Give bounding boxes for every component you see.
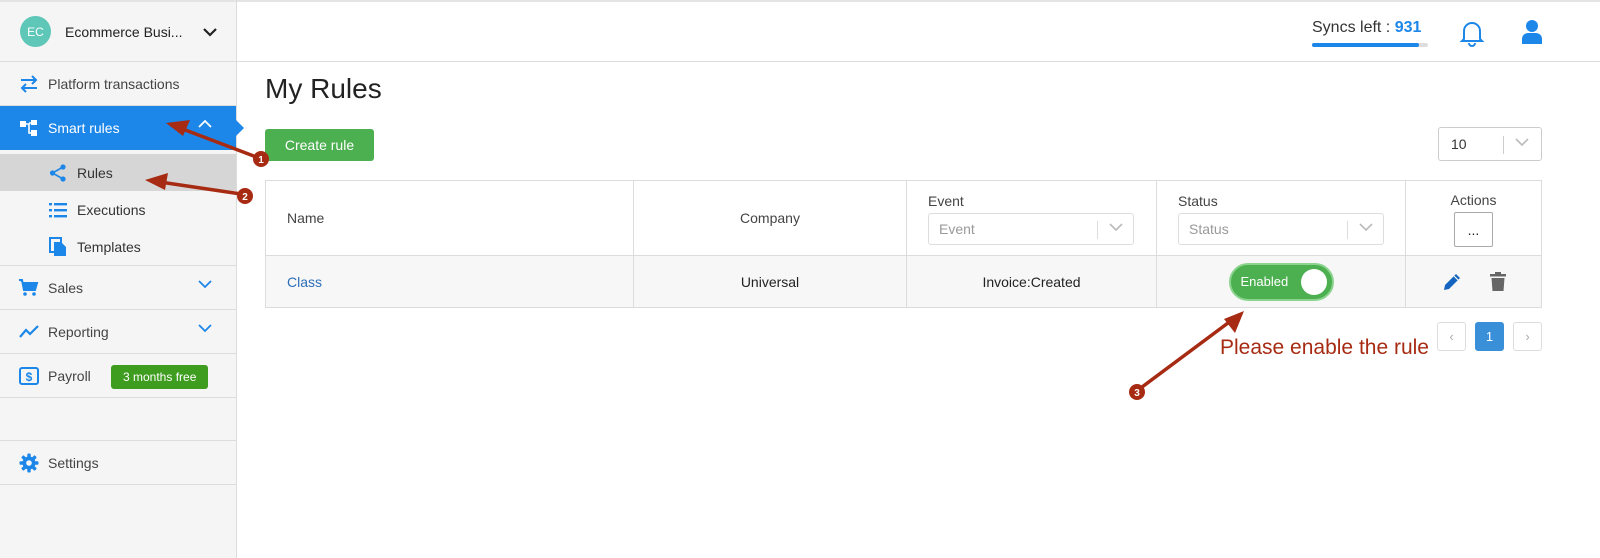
page-size-select[interactable]: 10 <box>1438 127 1542 161</box>
prev-page-button[interactable]: ‹ <box>1437 322 1466 351</box>
bulk-actions-button[interactable]: ... <box>1454 211 1493 247</box>
nav-settings[interactable]: Settings <box>0 441 236 485</box>
top-bar: Syncs left : 931 <box>237 0 1600 62</box>
cell-name: Class <box>265 255 634 308</box>
syncs-left: Syncs left : 931 <box>1312 19 1421 37</box>
page-size-value: 10 <box>1451 136 1467 152</box>
nav-sales[interactable]: Sales <box>0 266 236 310</box>
syncs-label: Syncs left : <box>1312 19 1395 36</box>
event-header-label: Event <box>928 193 964 209</box>
chevron-down-icon[interactable] <box>198 323 212 333</box>
status-toggle-label: Enabled <box>1240 274 1289 289</box>
column-header-status: Status Status <box>1156 180 1406 256</box>
dollar-icon: $ <box>18 365 40 387</box>
marker-1: 1 <box>258 155 264 166</box>
cell-status: Enabled <box>1156 255 1406 308</box>
column-header-name[interactable]: Name <box>265 180 634 256</box>
nav-label: Reporting <box>48 323 109 340</box>
column-header-company[interactable]: Company <box>633 180 907 256</box>
table-row: Class Universal Invoice:Created Enabled <box>265 255 1542 308</box>
subnav-label: Rules <box>77 164 113 181</box>
status-filter-select[interactable]: Status <box>1178 213 1384 245</box>
column-header-event: Event Event <box>906 180 1157 256</box>
event-filter-placeholder: Event <box>939 221 975 237</box>
chevron-down-icon <box>1109 223 1123 232</box>
chevron-down-icon <box>1515 138 1529 147</box>
nav-label: Sales <box>48 279 84 296</box>
subnav-label: Templates <box>77 238 141 255</box>
toggle-knob <box>1300 268 1327 295</box>
nav-label: Payroll <box>48 367 91 384</box>
chevron-down-icon <box>1359 223 1373 232</box>
select-divider <box>1503 136 1504 154</box>
company-avatar: EC <box>20 16 51 47</box>
chevron-down-icon[interactable] <box>203 27 217 37</box>
company-switcher[interactable]: EC Ecommerce Busi... <box>0 0 236 62</box>
cell-actions <box>1405 255 1542 308</box>
column-header-actions: Actions ... <box>1405 180 1542 256</box>
nav-smart-rules[interactable]: Smart rules <box>0 106 244 150</box>
status-filter-placeholder: Status <box>1189 221 1229 237</box>
annotation-note: Please enable the rule <box>1220 336 1429 359</box>
syncs-count: 931 <box>1394 19 1422 36</box>
nav-label: Settings <box>48 454 99 471</box>
subnav-label: Executions <box>77 201 146 218</box>
company-name: Ecommerce Busi... <box>65 23 183 40</box>
svg-text:$: $ <box>26 370 33 384</box>
sidebar-spacer <box>0 398 236 441</box>
user-icon[interactable] <box>1521 19 1543 45</box>
sidebar: EC Ecommerce Busi... Platform transactio… <box>0 0 244 558</box>
trash-icon[interactable] <box>1489 271 1506 292</box>
cell-company: Universal <box>633 255 907 308</box>
status-header-label: Status <box>1178 193 1218 209</box>
cell-event: Invoice:Created <box>906 255 1157 308</box>
copy-icon <box>48 236 68 257</box>
list-icon <box>48 200 68 220</box>
next-page-button[interactable]: › <box>1513 322 1542 351</box>
gear-icon <box>18 452 40 474</box>
swap-arrows-icon <box>18 73 40 95</box>
table-header-row: Name Company Event Event Status Status A… <box>265 180 1542 256</box>
nav-payroll[interactable]: $ Payroll 3 months free <box>0 354 236 398</box>
syncs-progress-bar <box>1312 43 1428 47</box>
subnav-rules[interactable]: Rules <box>0 154 236 191</box>
pagination: ‹ 1 › <box>1437 322 1542 351</box>
share-icon <box>48 163 68 183</box>
select-divider <box>1097 221 1098 239</box>
marker-3: 3 <box>1134 388 1140 399</box>
select-divider <box>1347 221 1348 239</box>
marker-2: 2 <box>242 192 248 203</box>
free-trial-badge: 3 months free <box>111 365 209 389</box>
nav-platform-transactions[interactable]: Platform transactions <box>0 62 236 106</box>
create-rule-button[interactable]: Create rule <box>265 129 374 161</box>
page-title: My Rules <box>265 73 382 104</box>
nav-label: Smart rules <box>48 120 120 136</box>
nav-reporting[interactable]: Reporting <box>0 310 236 354</box>
event-filter-select[interactable]: Event <box>928 213 1134 245</box>
rule-name-link[interactable]: Class <box>287 274 322 290</box>
pencil-icon[interactable] <box>1442 272 1462 292</box>
bell-icon[interactable] <box>1459 19 1485 47</box>
subnav-executions[interactable]: Executions <box>0 191 236 228</box>
chevron-up-icon[interactable] <box>198 119 212 129</box>
subnav-templates[interactable]: Templates <box>0 228 236 265</box>
flowchart-icon <box>18 117 40 139</box>
chevron-down-icon[interactable] <box>198 279 212 289</box>
rules-table: Name Company Event Event Status Status A… <box>265 180 1542 308</box>
syncs-progress-fill <box>1312 43 1419 47</box>
status-toggle[interactable]: Enabled <box>1228 262 1334 301</box>
actions-header-label: Actions <box>1450 191 1497 208</box>
page-1-button[interactable]: 1 <box>1475 322 1504 351</box>
cart-icon <box>18 277 40 299</box>
smart-rules-submenu: Rules Executions Templates <box>0 150 236 266</box>
trend-line-icon <box>18 321 40 343</box>
nav-label: Platform transactions <box>48 75 180 92</box>
